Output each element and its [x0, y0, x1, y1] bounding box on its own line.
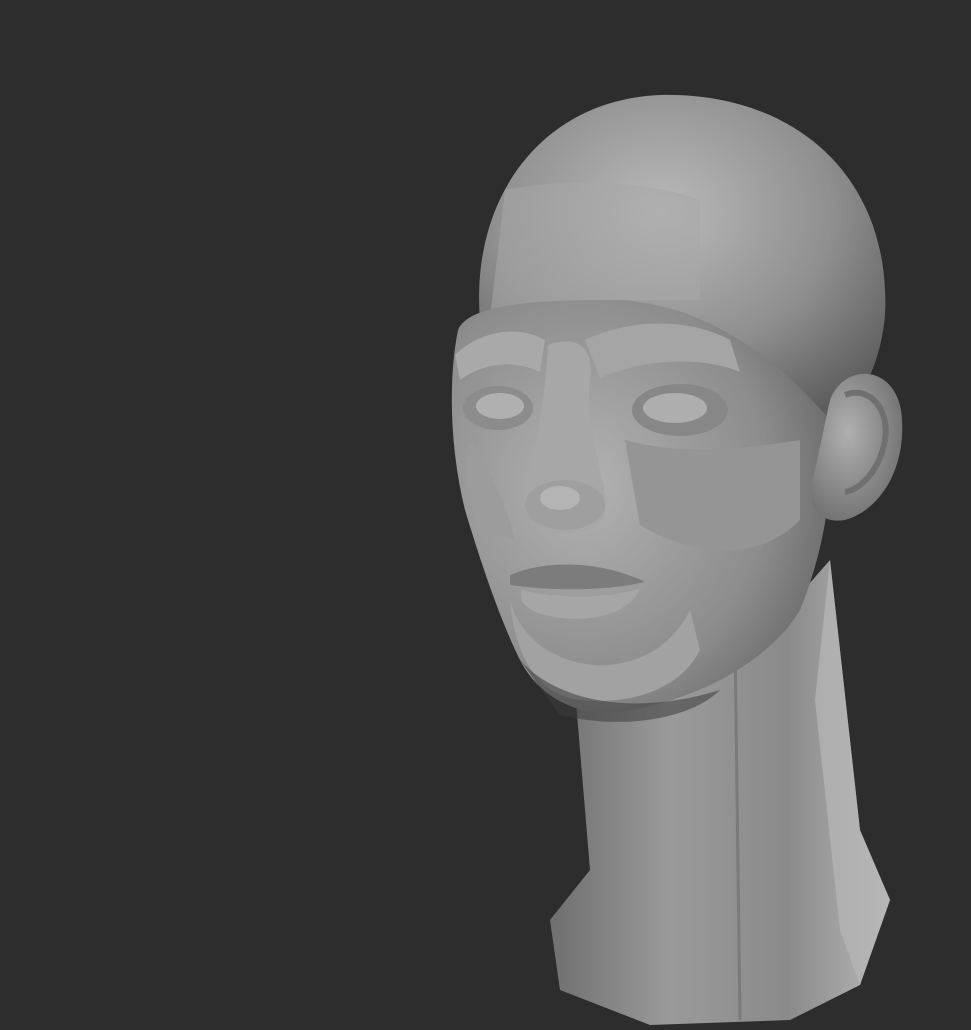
sculpt-viewport[interactable] — [0, 0, 971, 1030]
head-bust-render — [451, 94, 903, 1025]
